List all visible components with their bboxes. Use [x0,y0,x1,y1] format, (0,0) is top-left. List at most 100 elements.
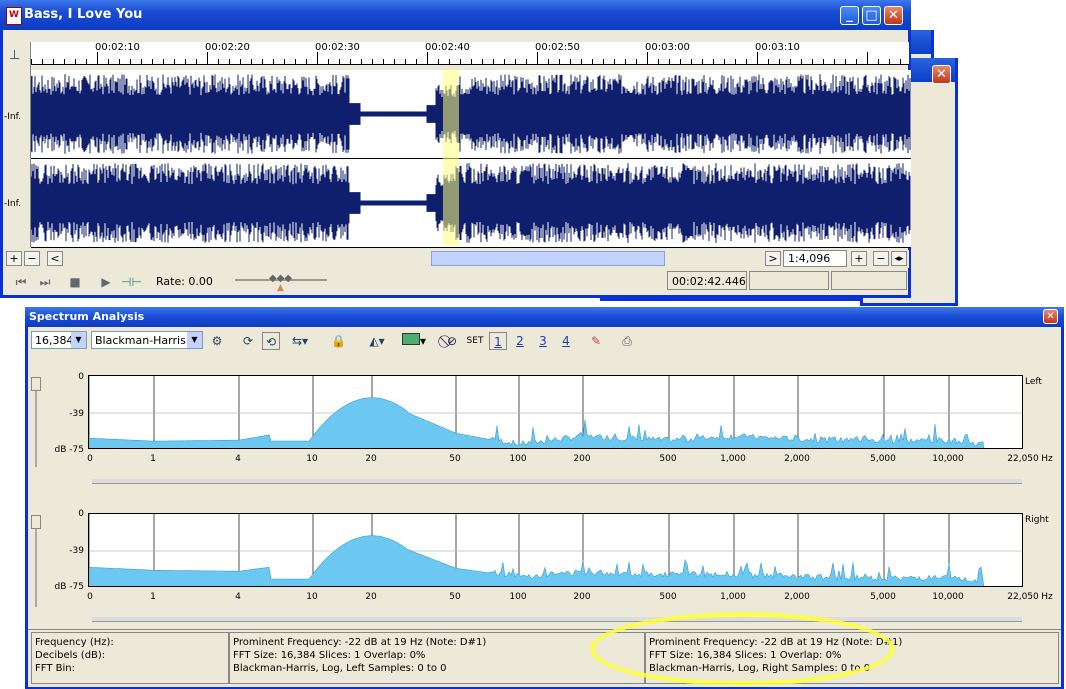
eraser-icon[interactable]: ✎ [587,332,605,350]
frequency-tick-label: 500 [659,454,677,464]
maximize-button[interactable]: □ [862,6,881,25]
vertical-zoom-in-button[interactable]: + [851,251,867,266]
ruler-tick [625,59,626,64]
ruler-tick [416,59,417,64]
frequency-tick-label: 1 [150,454,156,464]
hz-unit-label: Hz [1041,592,1053,602]
rate-slider[interactable]: ◆◆◆ ▲ [235,273,327,293]
waveform-channel-1[interactable] [31,70,911,159]
ruler-tick [680,59,681,64]
color-icon[interactable]: ▾ [398,332,430,350]
scroll-right-button[interactable]: > [765,251,781,266]
close-button[interactable]: ✕ [884,6,903,25]
channel-3-button[interactable]: 3 [536,332,550,350]
right-db-0: 0 [78,509,84,519]
ruler-tick [372,59,373,64]
zoom-out-button[interactable]: − [24,251,40,266]
time-display: 00:02:42.446 [667,271,747,290]
frequency-tick-label: 5,000 [870,592,896,602]
left-level-slider-track [35,379,37,467]
ruler-tick [350,59,351,64]
selection-start-field [749,271,829,290]
ruler-tick [317,52,318,64]
ruler-tick [306,59,307,64]
left-spectrum-plot[interactable] [88,375,1023,449]
ruler-tick [405,59,406,64]
frequency-tick-label: 1,000 [720,454,746,464]
settings-icon[interactable]: ⚙ [209,332,225,350]
horizontal-scrollbar[interactable]: + − < > 1:4,096 + − ◂▸ [3,250,909,268]
rate-label: Rate: 0.00 [156,275,213,288]
frequency-tick-label: 100 [509,592,527,602]
auto-refresh-icon[interactable]: ⟲ [262,332,280,350]
channel-1-button[interactable]: 1 [489,332,507,350]
ruler-tick [548,59,549,64]
waveform-channel-2[interactable] [31,159,911,248]
scrub-icon[interactable]: ⊣⊢ [121,273,142,291]
frequency-tick-label: 22,050 [1007,592,1039,602]
channel-label-column: ⊥ -Inf. -Inf. [3,42,31,247]
ruler-tick [328,59,329,64]
vertical-zoom-out-button[interactable]: − [873,251,889,266]
set-button[interactable]: SET [465,332,485,350]
fft-size-value: 16,384 [35,334,74,347]
go-to-start-icon[interactable]: ⏮ [13,273,29,291]
ruler-tick [900,59,901,64]
right-spectrum-plot[interactable] [88,513,1023,587]
time-ruler[interactable]: 00:02:10 00:02:20 00:02:30 00:02:40 00:02:50… [31,42,909,65]
ruler-tick [163,59,164,64]
ruler-tick [889,59,890,64]
left-level-slider[interactable] [31,377,41,391]
ruler-tick [449,59,450,64]
spectrum-close-button[interactable]: ✕ [1043,309,1058,324]
ruler-tick [229,59,230,64]
ruler-label: 00:03:00 [645,42,690,53]
ruler-tick [801,59,802,64]
ruler-tick [42,59,43,64]
ruler-tick [284,59,285,64]
fft-bin-label: FFT Bin: [35,663,75,674]
ruler-tick [108,59,109,64]
go-to-end-icon[interactable]: ⏭ [37,273,53,291]
stereo-mode-icon[interactable]: ⇆▾ [287,332,313,350]
fit-button[interactable]: ◂▸ [891,251,907,266]
channel-4-button[interactable]: 4 [559,332,573,350]
ruler-tick [658,59,659,64]
scroll-left-button[interactable]: < [47,251,63,266]
frequency-tick-label: 4 [235,592,241,602]
graph-type-icon[interactable]: ◭▾ [360,332,394,350]
frequency-label: Frequency (Hz): [35,637,114,648]
channel-2-button[interactable]: 2 [513,332,527,350]
ruler-tick [141,59,142,64]
stop-icon[interactable]: ■ [67,273,83,291]
frequency-tick-label: 10 [306,454,318,464]
left-db-75: dB -75 [54,445,84,455]
lock-icon[interactable]: 🔒 [331,332,346,350]
ruler-tick [130,59,131,64]
snap-icon[interactable]: ⊥ [9,48,20,63]
clear-icon[interactable]: ⃠⊘ [443,332,461,350]
background-close-button[interactable]: ✕ [932,65,951,84]
left-range-bar[interactable] [92,479,1022,484]
frequency-tick-label: 200 [573,592,591,602]
scroll-thumb[interactable] [431,251,665,266]
ruler-tick [383,59,384,64]
frequency-tick-label: 0 [87,592,93,602]
spectrum-status-bar: Frequency (Hz): Decibels (dB): FFT Bin: … [28,629,1061,687]
minimize-button[interactable]: _ [840,6,859,25]
play-icon[interactable]: ▶ [97,273,115,291]
selection-end-field [831,271,907,290]
frequency-tick-label: 20 [365,592,377,602]
window-function-select[interactable]: Blackman-Harris ▼ [91,331,203,349]
print-icon[interactable]: ⎙ [618,332,636,350]
rate-slider-pointer: ▲ [277,283,284,293]
refresh-icon[interactable]: ⟳ [239,332,257,350]
fft-size-select[interactable]: 16,384 ▼ [31,331,87,349]
ruler-tick [273,59,274,64]
right-range-bar[interactable] [92,617,1022,622]
ruler-tick [427,52,428,64]
frequency-tick-label: 10 [306,592,318,602]
frequency-tick-label: 5,000 [870,454,896,464]
right-level-slider[interactable] [31,515,41,529]
zoom-in-button[interactable]: + [6,251,22,266]
